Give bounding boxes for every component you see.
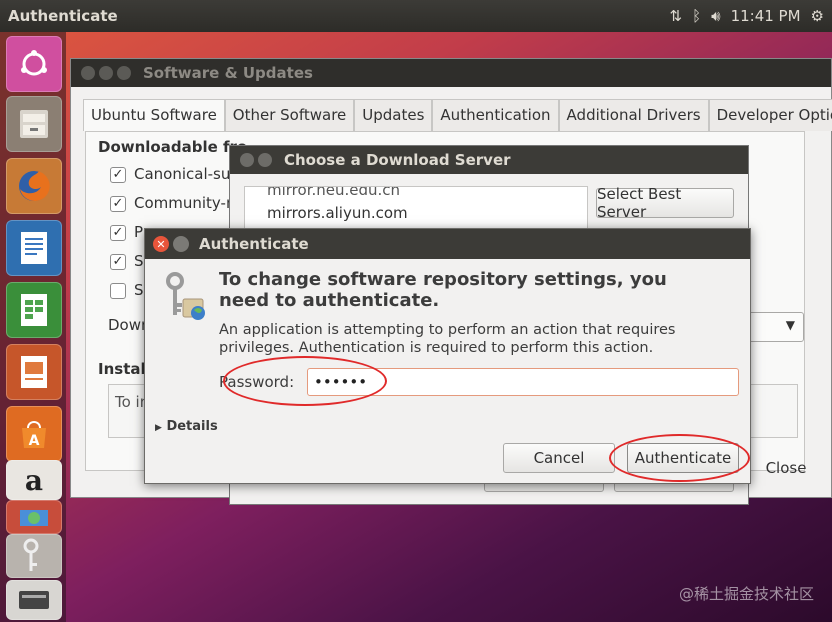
launcher: A a — [0, 32, 66, 622]
minimize-icon[interactable] — [99, 66, 113, 80]
drive-icon[interactable] — [6, 580, 62, 620]
checkbox-checked[interactable]: ✓ — [110, 224, 126, 241]
tab-ubuntu-software[interactable]: Ubuntu Software — [83, 99, 225, 131]
check-row[interactable]: ✓ Canonical-sup — [110, 165, 240, 183]
tab-other-software[interactable]: Other Software — [224, 99, 355, 131]
ubuntu-dash-icon[interactable] — [6, 36, 62, 92]
keys-icon — [159, 269, 209, 329]
svg-text:A: A — [29, 433, 40, 449]
volume-icon[interactable]: 🔊︎ — [711, 7, 720, 25]
tab-additional-drivers[interactable]: Additional Drivers — [558, 99, 709, 131]
install-heading: Install — [98, 360, 151, 378]
files-icon[interactable] — [6, 96, 62, 152]
auth-titlebar: ✕ Authenticate — [145, 229, 750, 259]
auth-heading: To change software repository settings, … — [219, 269, 667, 311]
password-label: Password: — [219, 373, 295, 391]
auth-title: Authenticate — [199, 235, 309, 253]
close-icon[interactable] — [81, 66, 95, 80]
minimize-icon[interactable] — [173, 236, 189, 252]
close-icon[interactable]: ✕ — [153, 236, 169, 252]
software-updates-icon[interactable] — [6, 500, 62, 534]
network-arrows-icon[interactable]: ⇅ — [670, 7, 683, 25]
tab-authentication[interactable]: Authentication — [432, 99, 559, 131]
window-titlebar: Software & Updates — [71, 59, 831, 87]
minimize-icon[interactable] — [258, 153, 272, 167]
libreoffice-impress-icon[interactable] — [6, 344, 62, 400]
details-expander[interactable]: ▶ Details — [155, 419, 218, 434]
auth-description: An application is attempting to perform … — [219, 322, 676, 356]
cancel-button[interactable]: Cancel — [503, 443, 615, 473]
firefox-icon[interactable] — [6, 158, 62, 214]
bluetooth-icon[interactable]: ᛒ — [692, 7, 701, 25]
disclosure-triangle-icon: ▶ — [155, 423, 162, 433]
dialog-titlebar: Choose a Download Server — [230, 146, 748, 174]
tab-developer-options[interactable]: Developer Option — [708, 99, 832, 131]
check-row[interactable]: ✓ Community-m — [110, 194, 241, 212]
settings-gear-icon[interactable]: ⚙ — [811, 7, 824, 25]
watermark: @稀土掘金技术社区 — [678, 585, 814, 603]
tab-bar: Ubuntu Software Other Software Updates A… — [83, 99, 832, 131]
downloadable-heading: Downloadable fro — [98, 138, 248, 156]
window-title: Software & Updates — [143, 64, 313, 82]
checkbox-checked[interactable]: ✓ — [110, 195, 126, 212]
authenticate-button[interactable]: Authenticate — [627, 443, 739, 473]
libreoffice-writer-icon[interactable] — [6, 220, 62, 276]
top-panel: Authenticate ⇅ ᛒ 🔊︎ 11:41 PM ⚙ — [0, 0, 832, 32]
list-item[interactable]: mirror.neu.edu.cn — [245, 187, 587, 202]
list-item[interactable]: mirrors.aliyun.com — [245, 202, 587, 225]
tab-updates[interactable]: Updates — [354, 99, 433, 131]
close-icon[interactable] — [240, 153, 254, 167]
select-best-server-button[interactable]: Select Best Server — [596, 185, 734, 221]
authenticate-dialog: ✕ Authenticate To change software reposi… — [144, 228, 751, 484]
software-center-icon[interactable]: A — [6, 406, 62, 462]
password-input[interactable] — [307, 368, 739, 396]
checkbox-checked[interactable]: ✓ — [110, 253, 126, 270]
maximize-icon[interactable] — [117, 66, 131, 80]
checkbox-checked[interactable]: ✓ — [110, 166, 126, 183]
chevron-down-icon: ▼ — [785, 318, 795, 332]
keys-icon[interactable] — [6, 534, 62, 578]
active-window-title: Authenticate — [8, 7, 118, 25]
close-button[interactable]: Close — [751, 453, 821, 483]
dialog-title: Choose a Download Server — [284, 151, 511, 169]
clock[interactable]: 11:41 PM — [731, 7, 801, 25]
libreoffice-calc-icon[interactable] — [6, 282, 62, 338]
amazon-icon[interactable]: a — [6, 460, 62, 500]
indicator-area: ⇅ ᛒ 🔊︎ 11:41 PM ⚙ — [670, 0, 824, 32]
checkbox-unchecked[interactable] — [110, 282, 126, 299]
